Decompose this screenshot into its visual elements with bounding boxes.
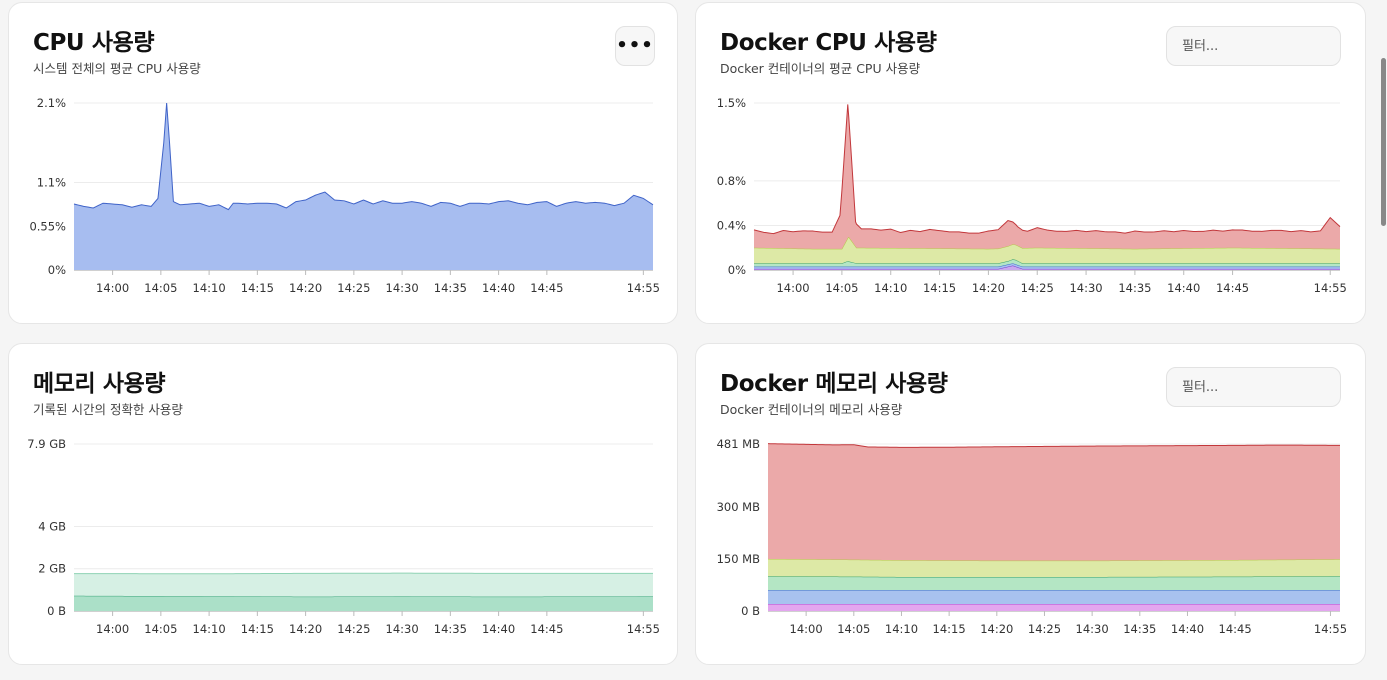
x-tick-label: 14:40 [482,281,515,295]
series-area-1 [74,573,653,597]
y-tick-label: 4 GB [38,519,66,533]
docker-memory-usage-card: Docker 메모리 사용량 Docker 컨테이너의 메모리 사용량 0 B1… [695,343,1366,665]
series-area-2 [768,576,1340,591]
x-tick-label: 14:55 [1314,622,1347,636]
x-tick-label: 14:35 [1123,622,1156,636]
x-tick-label: 14:30 [1076,622,1109,636]
y-tick-label: 0% [728,263,746,277]
series-area-0 [74,103,653,270]
cpu-usage-card: CPU 사용량 시스템 전체의 평균 CPU 사용량 ••• 0% 0.55% 1.… [8,2,678,324]
x-tick-label: 14:00 [96,622,129,636]
x-tick-label: 14:00 [96,281,129,295]
x-tick-label: 14:20 [289,622,322,636]
x-tick-label: 14:55 [627,281,660,295]
x-tick-label: 14:15 [241,622,274,636]
x-tick-label: 14:35 [1118,281,1151,295]
y-tick-label: 0.4% [717,218,746,232]
x-tick-label: 14:05 [825,281,858,295]
y-tick-label: 2 GB [38,562,66,576]
y-tick-label: 1.5% [717,96,746,110]
docker-cpu-usage-chart: 0% 0.4% 0.8% 1.5% 14:00 14:05 14:10 14:15 14:20 1… [717,96,1347,295]
x-tick-label: 14:10 [874,281,907,295]
y-tick-label: 1.1% [37,176,66,190]
x-tick-label: 14:20 [972,281,1005,295]
y-tick-label: 2.1% [37,96,66,110]
cpu-usage-chart: 0% 0.55% 1.1% 2.1% 14:00 14:05 14:10 14:15 14:20… [29,96,660,295]
x-tick-label: 14:05 [837,622,870,636]
y-tick-label: 0.8% [717,174,746,188]
x-tick-label: 14:10 [193,281,226,295]
x-tick-label: 14:15 [241,281,274,295]
y-tick-label: 0% [48,263,66,277]
x-tick-label: 14:15 [933,622,966,636]
x-tick-label: 14:40 [1167,281,1200,295]
x-tick-label: 14:25 [337,622,370,636]
series-area-0 [74,595,653,611]
x-tick-label: 14:00 [776,281,809,295]
x-tick-label: 14:35 [434,281,467,295]
x-tick-label: 14:55 [627,622,660,636]
y-tick-label: 0 B [47,604,66,618]
series-area-4 [768,443,1340,561]
x-tick-label: 14:00 [790,622,823,636]
x-tick-label: 14:45 [530,622,563,636]
series-area-1 [768,590,1340,605]
x-tick-label: 14:25 [337,281,370,295]
x-tick-label: 14:45 [530,281,563,295]
x-tick-label: 14:45 [1219,622,1252,636]
x-tick-label: 14:05 [144,281,177,295]
x-tick-label: 14:05 [144,622,177,636]
docker-memory-usage-chart: 0 B 150 MB 300 MB 481 MB 14:00 14:05 14:10 14:1… [717,437,1347,636]
x-tick-label: 14:10 [885,622,918,636]
series-line-1 [73,572,653,575]
x-tick-label: 14:10 [193,622,226,636]
y-tick-label: 0 B [741,604,760,618]
x-tick-label: 14:45 [1216,281,1249,295]
y-tick-label: 0.55% [29,219,66,233]
series-area-4 [754,104,1340,249]
x-tick-label: 14:35 [434,622,467,636]
x-tick-label: 14:20 [289,281,322,295]
y-tick-label: 481 MB [717,437,761,451]
x-tick-label: 14:25 [1021,281,1054,295]
x-tick-label: 14:40 [482,622,515,636]
x-tick-label: 14:30 [386,281,419,295]
x-tick-label: 14:25 [1028,622,1061,636]
x-tick-label: 14:30 [1069,281,1102,295]
x-tick-label: 14:55 [1314,281,1347,295]
memory-usage-chart: 0 B 2 GB 4 GB 7.9 GB 14:00 14:05 14:10 14:15 14:… [27,437,660,636]
series-area-3 [768,558,1340,577]
x-tick-label: 14:20 [980,622,1013,636]
x-tick-label: 14:40 [1171,622,1204,636]
page-scrollbar[interactable] [1381,58,1386,226]
series-area-0 [768,604,1340,611]
y-tick-label: 150 MB [717,552,761,566]
memory-usage-card: 메모리 사용량 기록된 시간의 정확한 사용량 0 B2 GB 4 GB 7.9 G… [8,343,678,665]
x-tick-label: 14:15 [923,281,956,295]
x-tick-label: 14:30 [386,622,419,636]
docker-cpu-usage-card: Docker CPU 사용량 Docker 컨테이너의 평균 CPU 사용량 0… [695,2,1366,324]
y-tick-label: 7.9 GB [27,437,66,451]
y-tick-label: 300 MB [717,500,761,514]
